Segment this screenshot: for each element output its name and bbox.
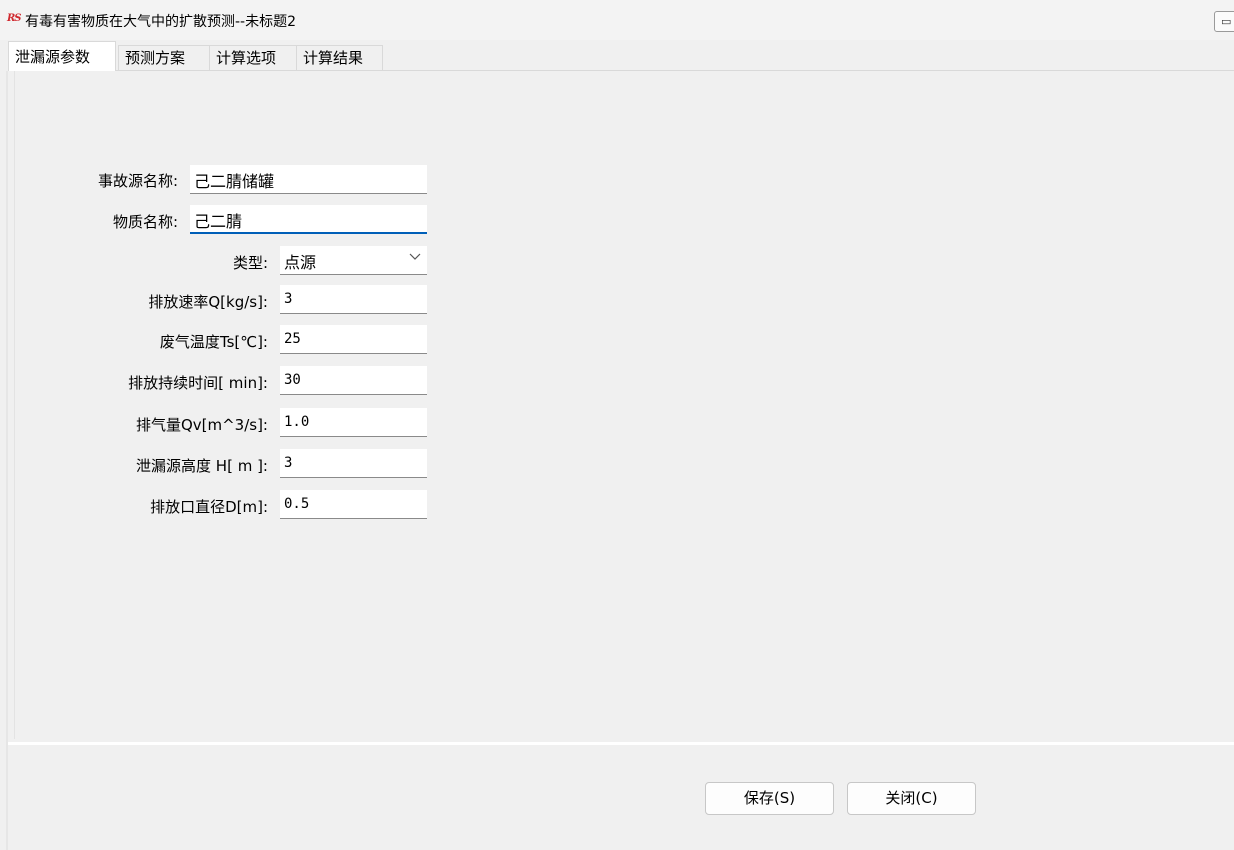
close-button[interactable]: 关闭(C) bbox=[847, 782, 976, 815]
window-control-button[interactable]: ▭ bbox=[1214, 11, 1234, 32]
substance-name-input[interactable]: 己二腈 bbox=[190, 205, 427, 234]
source-name-label: 事故源名称: bbox=[97, 172, 178, 190]
emission-rate-input[interactable]: 3 bbox=[280, 285, 427, 314]
tab-calc-results[interactable]: 计算结果 bbox=[296, 45, 383, 70]
type-label: 类型: bbox=[232, 254, 268, 272]
duration-label: 排放持续时间[ min]: bbox=[128, 374, 268, 392]
app-logo-icon: RS bbox=[7, 13, 22, 24]
outlet-diameter-label: 排放口直径D[m]: bbox=[150, 498, 268, 516]
type-select[interactable]: 点源 bbox=[280, 246, 427, 275]
title-bar: RS 有毒有害物质在大气中的扩散预测--未标题2 ▭ bbox=[0, 0, 1234, 40]
gas-volume-input[interactable]: 1.0 bbox=[280, 408, 427, 437]
substance-name-label: 物质名称: bbox=[112, 213, 178, 231]
duration-input[interactable]: 30 bbox=[280, 366, 427, 395]
save-button[interactable]: 保存(S) bbox=[705, 782, 834, 815]
tab-leak-source-params[interactable]: 泄漏源参数 bbox=[8, 41, 116, 71]
window-title: 有毒有害物质在大气中的扩散预测--未标题2 bbox=[25, 14, 297, 30]
gas-temperature-input[interactable]: 25 bbox=[280, 325, 427, 354]
gas-volume-label: 排气量Qv[m^3/s]: bbox=[135, 416, 268, 434]
chevron-down-icon[interactable] bbox=[409, 250, 421, 266]
restore-icon: ▭ bbox=[1221, 15, 1232, 28]
gas-temperature-label: 废气温度Ts[℃]: bbox=[159, 333, 268, 351]
emission-rate-label: 排放速率Q[kg/s]: bbox=[148, 293, 268, 311]
window-left-edge bbox=[6, 71, 8, 850]
source-name-input[interactable]: 己二腈储罐 bbox=[190, 165, 427, 194]
source-height-label: 泄漏源高度 H[ m ]: bbox=[136, 457, 268, 475]
outlet-diameter-input[interactable]: 0.5 bbox=[280, 490, 427, 519]
tab-calc-options[interactable]: 计算选项 bbox=[209, 45, 297, 70]
type-selected-value: 点源 bbox=[284, 253, 317, 272]
source-height-input[interactable]: 3 bbox=[280, 449, 427, 478]
tab-bar: 泄漏源参数 预测方案 计算选项 计算结果 bbox=[8, 41, 1234, 71]
panel-divider bbox=[8, 742, 1234, 745]
tab-prediction-plan[interactable]: 预测方案 bbox=[118, 45, 210, 70]
